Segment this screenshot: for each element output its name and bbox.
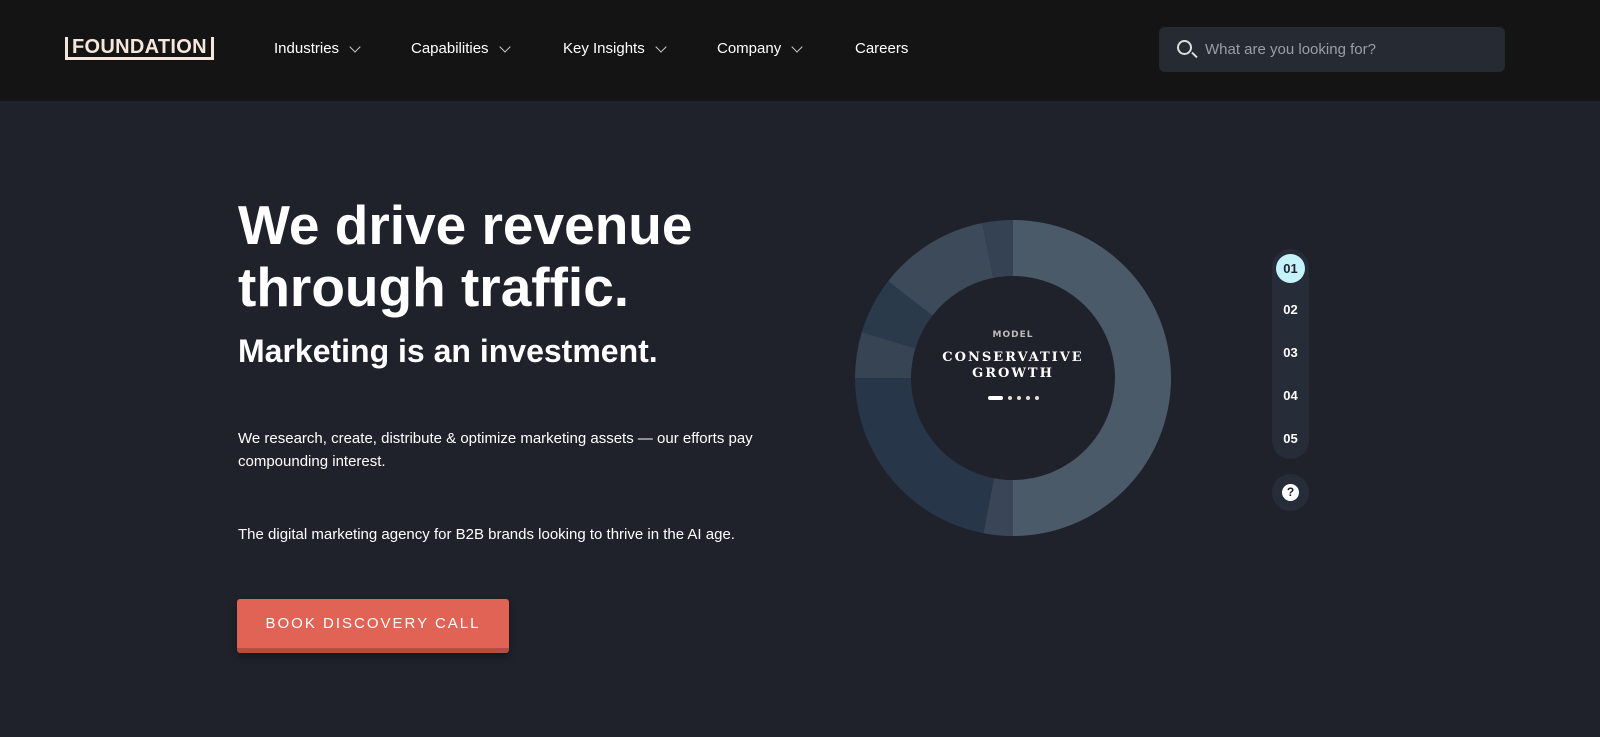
chevron-down-icon <box>791 40 803 53</box>
pagination-dot[interactable] <box>1034 396 1039 400</box>
step-03[interactable]: 03 <box>1276 338 1305 367</box>
pagination-dot[interactable] <box>1007 396 1012 400</box>
hero-description: We research, create, distribute & optimi… <box>238 430 753 470</box>
hero-tagline: The digital marketing agency for B2B bra… <box>238 526 735 543</box>
nav-label: Capabilities <box>411 40 489 57</box>
step-05[interactable]: 05 <box>1276 424 1305 453</box>
hero-title: We drive revenue through traffic. <box>238 194 693 318</box>
model-center: MODEL CONSERVATIVE GROWTH <box>913 330 1113 400</box>
help-icon: ? <box>1282 484 1299 501</box>
donut-segment <box>855 378 994 534</box>
step-04[interactable]: 04 <box>1276 381 1305 410</box>
nav-company[interactable]: Company <box>717 40 803 57</box>
nav-label: Company <box>717 40 782 57</box>
step-02[interactable]: 02 <box>1276 295 1305 324</box>
search-box <box>1159 27 1505 72</box>
hero-subtitle: Marketing is an investment. <box>238 333 658 369</box>
chevron-down-icon <box>498 40 511 53</box>
search-icon[interactable] <box>1177 40 1192 55</box>
model-pagination <box>913 396 1113 400</box>
nav-capabilities[interactable]: Capabilities <box>411 40 511 57</box>
top-nav: FOUNDATION Industries Capabilities Key I… <box>0 0 1600 101</box>
step-01[interactable]: 01 <box>1276 254 1305 283</box>
pagination-dot[interactable] <box>1025 396 1030 400</box>
search-input[interactable] <box>1205 27 1495 72</box>
nav-label: Key Insights <box>563 40 645 57</box>
nav-label: Industries <box>274 40 340 57</box>
nav-careers[interactable]: Careers <box>855 40 908 57</box>
model-name-line2: GROWTH <box>972 366 1054 381</box>
chevron-down-icon <box>655 40 667 53</box>
model-name-line1: CONSERVATIVE <box>942 350 1084 365</box>
nav-label: Careers <box>855 40 909 57</box>
foundation-logo[interactable]: FOUNDATION <box>65 37 214 60</box>
chevron-down-icon <box>349 40 361 53</box>
help-button[interactable]: ? <box>1272 474 1309 511</box>
model-steps: 01 02 03 04 05 <box>1272 249 1309 459</box>
model-name: CONSERVATIVE GROWTH <box>913 350 1113 382</box>
nav-industries[interactable]: Industries <box>274 40 361 57</box>
book-discovery-call-button[interactable]: BOOK DISCOVERY CALL <box>237 599 509 653</box>
pagination-dot[interactable] <box>987 396 1003 400</box>
pagination-dot[interactable] <box>1016 396 1021 400</box>
model-label: MODEL <box>992 330 1034 340</box>
nav-key-insights[interactable]: Key Insights <box>563 40 667 57</box>
